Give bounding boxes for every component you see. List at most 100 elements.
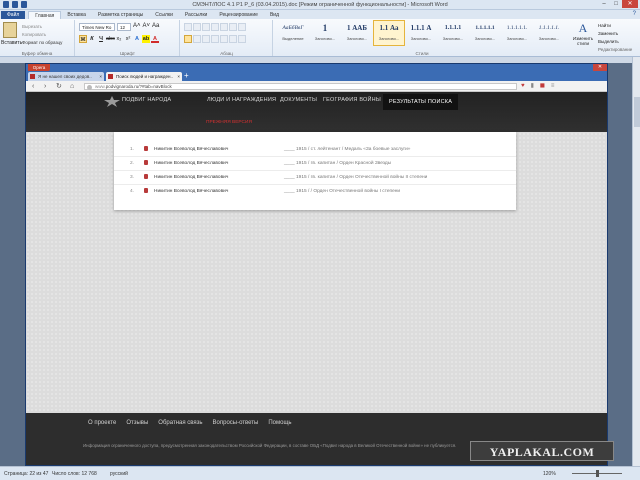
- nav-item-podvig-naroda[interactable]: ПОДВИГ НАРОДА: [122, 97, 171, 107]
- font-name-select[interactable]: Times New Ro: [79, 23, 115, 31]
- forward-icon[interactable]: ›: [44, 82, 46, 91]
- old-version-link[interactable]: ПРЕЖНЯЯ ВЕРСИЯ: [206, 120, 252, 125]
- copy-button[interactable]: Копировать: [22, 31, 62, 39]
- superscript-icon[interactable]: x²: [124, 35, 132, 43]
- bullets-icon[interactable]: [184, 23, 192, 31]
- style-item[interactable]: 1.1.1.1.1. Заголово...: [501, 20, 533, 46]
- shading-icon[interactable]: [229, 35, 237, 43]
- star-logo-icon[interactable]: [104, 96, 120, 107]
- text-effects-icon[interactable]: A: [133, 35, 141, 43]
- bold-icon[interactable]: Ж: [79, 35, 87, 43]
- change-styles-button[interactable]: A Изменить стили: [570, 21, 596, 46]
- vertical-scrollbar[interactable]: [632, 57, 640, 466]
- tab-close-icon[interactable]: ×: [177, 72, 180, 81]
- nav-item-search-results[interactable]: РЕЗУЛЬТАТЫ ПОИСКА: [383, 94, 459, 110]
- style-item[interactable]: 1 Заголово...: [309, 20, 341, 46]
- browser-tab-active[interactable]: Поиск людей и награжден.. ×: [106, 72, 182, 81]
- numbering-icon[interactable]: [193, 23, 201, 31]
- subscript-icon[interactable]: x₂: [115, 35, 123, 43]
- justify-icon[interactable]: [211, 35, 219, 43]
- result-name[interactable]: Никитин Всеволод Вячеславович: [154, 189, 228, 194]
- status-zoom-level[interactable]: 120%: [543, 471, 556, 477]
- align-center-icon[interactable]: [193, 35, 201, 43]
- scrollbar-thumb[interactable]: [634, 97, 640, 127]
- result-name[interactable]: Никитин Всеволод Вячеславович: [154, 147, 228, 152]
- opera-menu-button[interactable]: Opera: [28, 64, 50, 71]
- nav-item-people-awards[interactable]: ЛЮДИ И НАГРАЖДЕНИЯ: [207, 97, 276, 107]
- maximize-icon[interactable]: □: [610, 0, 622, 8]
- help-icon[interactable]: ?: [633, 11, 636, 17]
- stash-heart-icon[interactable]: ♥: [521, 83, 525, 90]
- status-language[interactable]: русский: [110, 471, 128, 477]
- style-item[interactable]: 1.1.1.1 Заголово...: [437, 20, 469, 46]
- bookmark-icon[interactable]: ▮: [531, 83, 534, 90]
- footer-link-reviews[interactable]: Отзывы: [126, 420, 148, 426]
- cut-button[interactable]: Вырезать: [22, 23, 62, 31]
- zoom-slider-handle[interactable]: [596, 470, 599, 477]
- select-button[interactable]: Выделить: [598, 38, 632, 46]
- home-icon[interactable]: ⌂: [70, 82, 74, 91]
- tab-mailings[interactable]: Рассылки: [179, 11, 213, 19]
- extensions-icon[interactable]: ◼: [540, 83, 545, 90]
- paste-icon[interactable]: [3, 22, 17, 38]
- back-icon[interactable]: ‹: [32, 82, 34, 91]
- format-painter-button[interactable]: Формат по образцу: [22, 39, 62, 47]
- grow-font-icon[interactable]: A˄: [133, 23, 141, 31]
- status-word-count[interactable]: Число слов: 12 768: [52, 471, 97, 477]
- tab-home[interactable]: Главная: [28, 11, 62, 19]
- tab-file[interactable]: Файл: [1, 11, 26, 19]
- url-input[interactable]: www.podvignaroda.ru/?#tab=navBlock: [84, 83, 517, 90]
- borders-icon[interactable]: [238, 35, 246, 43]
- increase-indent-icon[interactable]: [220, 23, 228, 31]
- tab-insert[interactable]: Вставка: [61, 11, 92, 19]
- underline-icon[interactable]: Ч: [97, 35, 105, 43]
- strikethrough-icon[interactable]: abc: [106, 35, 115, 43]
- reload-icon[interactable]: ↻: [56, 82, 62, 91]
- result-name[interactable]: Никитин Всеволод Вячеславович: [154, 175, 228, 180]
- minimize-icon[interactable]: –: [598, 0, 610, 8]
- nav-item-war-geography[interactable]: ГЕОГРАФИЯ ВОЙНЫ: [323, 97, 381, 107]
- result-name[interactable]: Никитин Всеволод Вячеславович: [154, 161, 228, 166]
- shrink-font-icon[interactable]: A˅: [143, 23, 151, 31]
- browser-close-icon[interactable]: ✕: [593, 64, 607, 71]
- tab-review[interactable]: Рецензирование: [213, 11, 264, 19]
- tab-page-layout[interactable]: Разметка страницы: [92, 11, 149, 19]
- style-item[interactable]: 1 ААБ Заголово...: [341, 20, 373, 46]
- italic-icon[interactable]: К: [88, 35, 96, 43]
- browser-tab[interactable]: Я не нашел своих дедов.. ×: [28, 72, 104, 81]
- align-right-icon[interactable]: [202, 35, 210, 43]
- result-row[interactable]: 2. Никитин Всеволод Вячеславович ____ 19…: [114, 158, 516, 172]
- footer-link-help[interactable]: Помощь: [268, 420, 291, 426]
- decrease-indent-icon[interactable]: [211, 23, 219, 31]
- style-item-selected[interactable]: 1.1 Аа Заголово...: [373, 20, 405, 46]
- site-info-icon[interactable]: [87, 85, 92, 90]
- nav-item-documents[interactable]: ДОКУМЕНТЫ: [280, 97, 317, 107]
- footer-link-feedback[interactable]: Обратная связь: [158, 420, 202, 426]
- menu-icon[interactable]: ≡: [551, 83, 555, 90]
- multilevel-list-icon[interactable]: [202, 23, 210, 31]
- tab-view[interactable]: Вид: [264, 11, 285, 19]
- style-item[interactable]: АаБбВвГ Выделение: [277, 20, 309, 46]
- find-button[interactable]: Найти: [598, 22, 632, 30]
- footer-link-faq[interactable]: Вопросы-ответы: [213, 420, 259, 426]
- status-page[interactable]: Страница: 22 из 47: [4, 471, 48, 477]
- show-marks-icon[interactable]: [238, 23, 246, 31]
- result-row[interactable]: 3. Никитин Всеволод Вячеславович ____ 19…: [114, 172, 516, 186]
- style-item[interactable]: 1.1.1 А Заголово...: [405, 20, 437, 46]
- result-row[interactable]: 4. Никитин Всеволод Вячеславович ____ 19…: [114, 186, 516, 200]
- highlight-icon[interactable]: ab: [142, 35, 150, 43]
- tab-close-icon[interactable]: ×: [99, 72, 102, 81]
- style-item[interactable]: 1.1.1.1.1. Заголово...: [533, 20, 565, 46]
- sort-icon[interactable]: [229, 23, 237, 31]
- change-case-icon[interactable]: Aa: [152, 23, 159, 31]
- line-spacing-icon[interactable]: [220, 35, 228, 43]
- close-icon[interactable]: ✕: [622, 0, 638, 8]
- font-size-select[interactable]: 12: [117, 23, 131, 31]
- paste-button[interactable]: Вставить: [1, 40, 22, 46]
- style-item[interactable]: 1.1.1.1.1 Заголово...: [469, 20, 501, 46]
- tab-references[interactable]: Ссылки: [149, 11, 179, 19]
- new-tab-icon[interactable]: +: [184, 71, 189, 81]
- footer-link-about[interactable]: О проекте: [88, 420, 116, 426]
- align-left-icon[interactable]: [184, 35, 192, 43]
- replace-button[interactable]: Заменить: [598, 30, 632, 38]
